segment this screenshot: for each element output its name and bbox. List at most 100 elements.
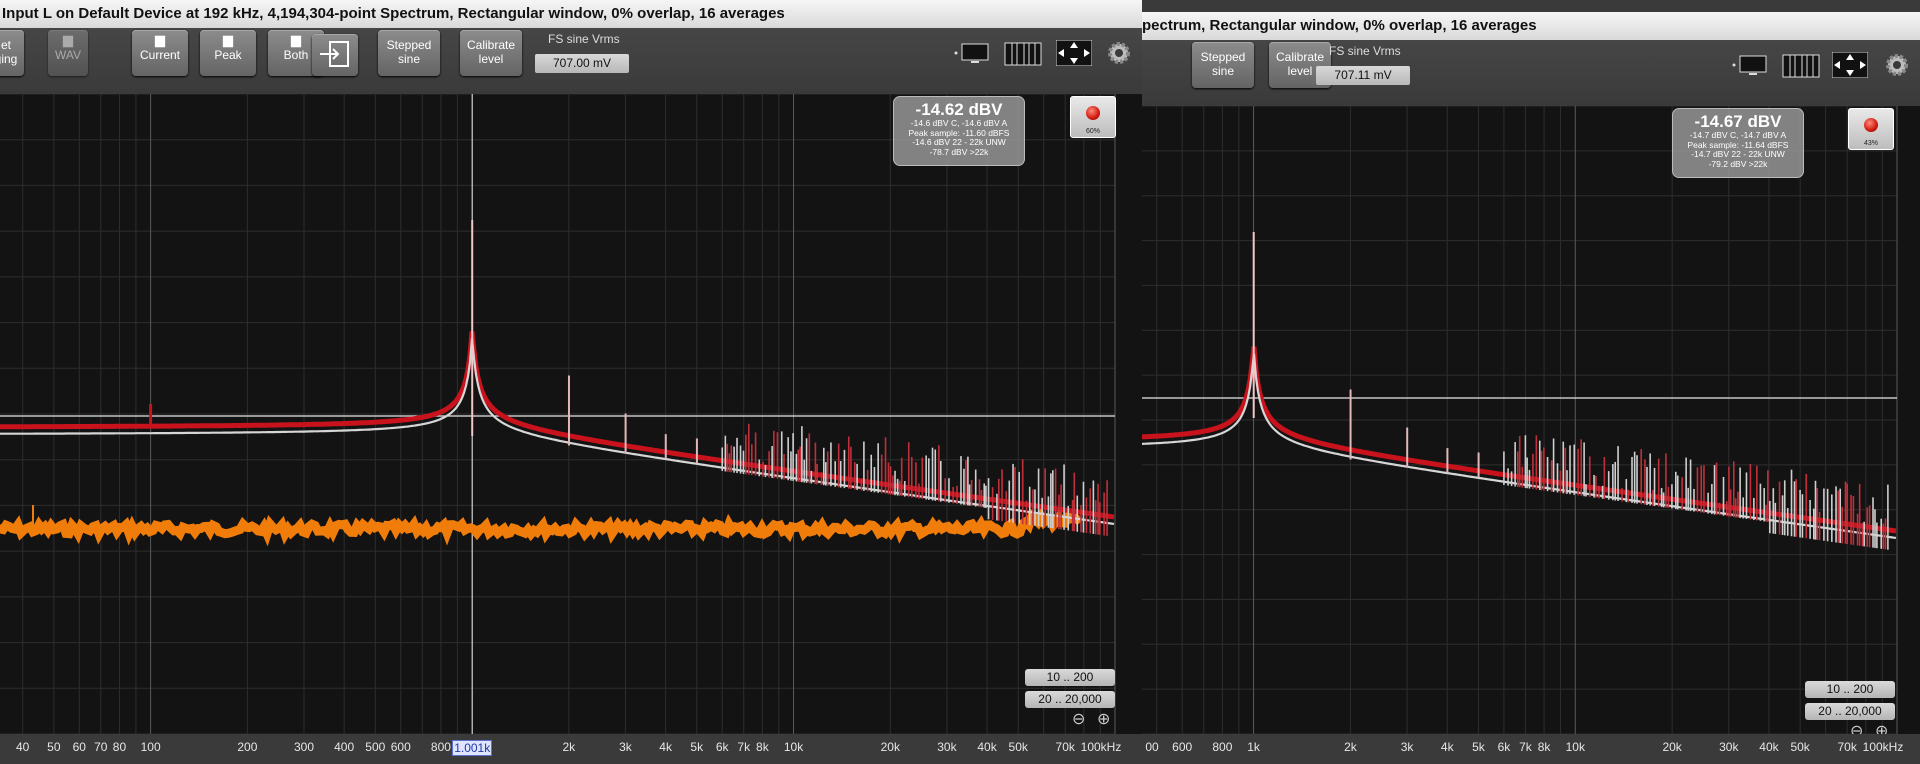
overload-indicator[interactable]: 43% xyxy=(1848,108,1894,150)
axis-tick-label: 5k xyxy=(690,740,704,754)
button-label-line1: et xyxy=(0,38,11,52)
left-spectrum-window: Input L on Default Device at 192 kHz, 4,… xyxy=(0,0,1142,764)
axis-tick-label: 600 xyxy=(390,740,411,754)
axis-tick-label: 50k xyxy=(1790,740,1810,754)
overload-led-icon xyxy=(1086,106,1100,120)
save-icon: ▆ xyxy=(223,32,233,47)
axis-tick-label: 70k xyxy=(1055,740,1075,754)
spectrum-plot[interactable]: -14.62 dBV -14.6 dBV C, -14.6 dBV A Peak… xyxy=(0,94,1142,734)
monitor-icon[interactable] xyxy=(1732,52,1768,81)
frequency-axis: 00 600 800 1k 2k 3k 4k 5k 6k 7k 8k 10k 20k 30k 40k 50k 7… xyxy=(1142,734,1920,764)
axis-tick-label: 2k xyxy=(1344,740,1357,754)
level-detail-4: -79.2 dBV >22k xyxy=(1708,158,1768,169)
axis-tick-label: 200 xyxy=(237,740,258,754)
axis-tick-label: 7k xyxy=(1519,740,1532,754)
axis-tick-label: 40 xyxy=(16,740,30,754)
axis-tick-label: 100 xyxy=(140,740,161,754)
wav-label: WAV xyxy=(55,48,81,62)
axis-tick-label: 1k xyxy=(1247,740,1260,754)
axis-tick-label: 4k xyxy=(659,740,672,754)
fs-sine-label: FS sine Vrms xyxy=(1329,44,1401,58)
save-icon: ▆ xyxy=(63,32,73,47)
axis-tick-label: 7k xyxy=(737,740,751,754)
axis-tick-label: 400 xyxy=(334,740,355,754)
range-button-10-200[interactable]: 10 .. 200 xyxy=(1025,669,1115,686)
axis-tick-label: 8k xyxy=(1537,740,1551,754)
spectrum-plot[interactable]: -14.67 dBV -14.7 dBV C, -14.7 dBV A Peak… xyxy=(1142,106,1920,740)
axis-tick-label: 70k xyxy=(1837,740,1857,754)
axis-tick-label: 600 xyxy=(1172,740,1193,754)
gear-icon[interactable] xyxy=(1884,52,1910,81)
axis-tick-label: 100kHz xyxy=(1862,740,1904,754)
button-label-line2: ging xyxy=(0,52,18,66)
grid-icon[interactable] xyxy=(1782,54,1820,81)
axis-tick-label: 30k xyxy=(937,740,957,754)
axis-tick-label: 800 xyxy=(1212,740,1233,754)
calibrate-level-button[interactable]: Calibrate level xyxy=(460,30,522,76)
axis-tick-label: 4k xyxy=(1440,740,1454,754)
range-button-20-20000[interactable]: 20 .. 20,000 xyxy=(1805,703,1895,720)
axis-tick-label: 6k xyxy=(715,740,729,754)
axis-tick-label: 2k xyxy=(562,740,576,754)
level-main-readout: -14.62 dBV xyxy=(915,100,1003,119)
fs-sine-label: FS sine Vrms xyxy=(548,32,620,46)
axis-tick-label: 6k xyxy=(1497,740,1511,754)
overload-indicator[interactable]: 60% xyxy=(1070,96,1116,138)
axis-tick-label: 40k xyxy=(977,740,997,754)
monitor-icon[interactable] xyxy=(954,40,990,69)
range-button-10-200[interactable]: 10 .. 200 xyxy=(1805,681,1895,698)
fit-arrows-icon[interactable] xyxy=(1831,51,1869,81)
save-wav-button[interactable]: ▆ WAV xyxy=(48,30,88,76)
axis-tick-label: 800 xyxy=(430,740,451,754)
logging-button[interactable]: et ging xyxy=(0,30,24,76)
axis-tick-label: 500 xyxy=(365,740,386,754)
axis-tick-label: 10k xyxy=(783,740,804,754)
axis-tick-label: 100kHz xyxy=(1080,740,1122,754)
axis-tick-label: 300 xyxy=(293,740,314,754)
axis-tick-label: 3k xyxy=(1400,740,1414,754)
overload-percent: 43% xyxy=(1863,140,1878,147)
zoom-out-icon[interactable]: ⊖ xyxy=(1072,712,1085,728)
axis-tick-label: 50k xyxy=(1008,740,1028,754)
window-title: pectrum, Rectangular window, 0% overlap,… xyxy=(1142,12,1920,41)
level-meter: -14.67 dBV -14.7 dBV C, -14.7 dBV A Peak… xyxy=(1672,108,1804,178)
right-spectrum-window: pectrum, Rectangular window, 0% overlap,… xyxy=(1142,0,1920,764)
level-detail-4: -78.7 dBV >22k xyxy=(929,146,989,157)
toolbar: Stepped sine Calibrate level FS sine Vrm… xyxy=(1142,40,1920,106)
input-arrow-icon xyxy=(320,41,349,67)
axis-tick-label: 70 xyxy=(94,740,108,754)
fit-arrows-icon[interactable] xyxy=(1055,39,1093,69)
axis-tick-label: 20k xyxy=(880,740,900,754)
grid-icon[interactable] xyxy=(1004,42,1042,69)
input-select-button[interactable] xyxy=(312,34,358,76)
level-meter: -14.62 dBV -14.6 dBV C, -14.6 dBV A Peak… xyxy=(893,96,1025,166)
axis-tick-label: 80 xyxy=(112,740,127,754)
noise-trace xyxy=(0,507,1084,547)
peak-label: Peak xyxy=(214,48,242,62)
frequency-axis: 40 50 60 70 80 100 200 300 400 500 600 800 1.001k 2k 3… xyxy=(0,734,1142,764)
toolbar: et ging ▆ WAV ▆ Current ▆ Peak ▆ Both St… xyxy=(0,28,1142,94)
axis-tick-label: 20k xyxy=(1662,740,1682,754)
stepped-sine-button[interactable]: Stepped sine xyxy=(378,30,440,76)
both-label: Both xyxy=(283,48,309,62)
save-current-button[interactable]: ▆ Current xyxy=(132,30,188,76)
range-button-20-20000[interactable]: 20 .. 20,000 xyxy=(1025,691,1115,708)
axis-tick-label: 00 xyxy=(1145,740,1159,754)
overload-percent: 60% xyxy=(1085,128,1100,135)
gear-icon[interactable] xyxy=(1106,40,1132,69)
spectrum-graph xyxy=(1142,106,1898,734)
save-peak-button[interactable]: ▆ Peak xyxy=(200,30,256,76)
axis-tick-label: 5k xyxy=(1472,740,1485,754)
fs-sine-value[interactable]: 707.11 mV xyxy=(1316,66,1410,85)
spectrum-graph xyxy=(0,94,1116,734)
stepped-sine-button[interactable]: Stepped sine xyxy=(1192,42,1254,88)
axis-tick-label: 10k xyxy=(1565,740,1585,754)
plot-grid xyxy=(0,94,1116,734)
fs-sine-value[interactable]: 707.00 mV xyxy=(535,54,629,73)
save-icon: ▆ xyxy=(155,32,165,47)
axis-tick-label: 50 xyxy=(47,740,61,754)
plot-grid xyxy=(1142,106,1898,734)
axis-tick-label: 40k xyxy=(1759,740,1779,754)
overload-led-icon xyxy=(1864,118,1878,132)
zoom-in-icon[interactable]: ⊕ xyxy=(1097,712,1110,728)
